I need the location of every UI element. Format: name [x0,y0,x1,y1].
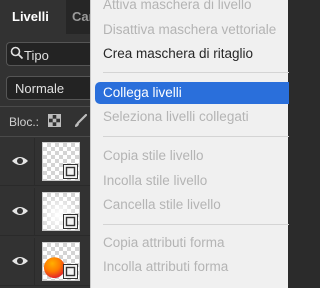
smart-object-icon [63,214,78,229]
eye-icon[interactable] [11,204,29,218]
search-icon [10,46,24,60]
menu-item-copy-layer-style[interactable]: Copia stile livello [91,145,289,167]
smart-object-icon [63,264,78,279]
lock-label: Bloc.: [9,115,40,129]
row-divider [34,188,35,235]
row-divider [34,138,35,185]
layer-thumbnail[interactable] [42,192,80,231]
eye-icon[interactable] [11,154,29,168]
menu-item-clear-layer-style[interactable]: Cancella stile livello [91,194,289,216]
menu-item-paste-layer-style[interactable]: Incolla stile livello [91,170,289,192]
menu-separator [103,72,289,73]
layer-row[interactable] [0,238,96,286]
layers-panel: Livelli Canali Tipo Normale Bloc.: [0,0,96,288]
layer-thumbnail[interactable] [42,242,80,281]
layer-thumbnail[interactable] [42,142,80,181]
menu-item-enable-layer-mask[interactable]: Attiva maschera di livello [91,0,289,16]
menu-item-disable-vector-mask[interactable]: Disattiva maschera vettoriale [91,19,289,41]
layer-row[interactable] [0,188,96,236]
panel-divider [0,106,96,107]
menu-separator [103,136,289,137]
menu-item-select-linked-layers[interactable]: Seleziona livelli collegati [91,106,289,128]
layer-row[interactable] [0,138,96,186]
panel-tab-bar: Livelli Canali [0,0,96,34]
brush-icon[interactable] [73,114,87,128]
smart-object-icon [63,164,78,179]
tab-layers[interactable]: Livelli [0,0,66,34]
menu-item-create-clipping-mask[interactable]: Crea maschera di ritaglio [91,43,289,65]
menu-separator [103,224,289,225]
panel-divider [0,136,96,137]
menu-item-link-layers[interactable]: Collega livelli [95,82,289,104]
menu-item-copy-shape-attributes[interactable]: Copia attributi forma [91,232,289,254]
eye-icon[interactable] [11,254,29,268]
layer-context-menu: Attiva maschera di livello Disattiva mas… [90,0,289,288]
menu-item-paste-shape-attributes[interactable]: Incolla attributi forma [91,256,289,278]
blend-mode-label: Normale [15,81,65,96]
lock-transparent-pixels-icon[interactable] [48,114,61,127]
filter-kind-label: Tipo [24,48,49,63]
row-divider [34,238,35,285]
